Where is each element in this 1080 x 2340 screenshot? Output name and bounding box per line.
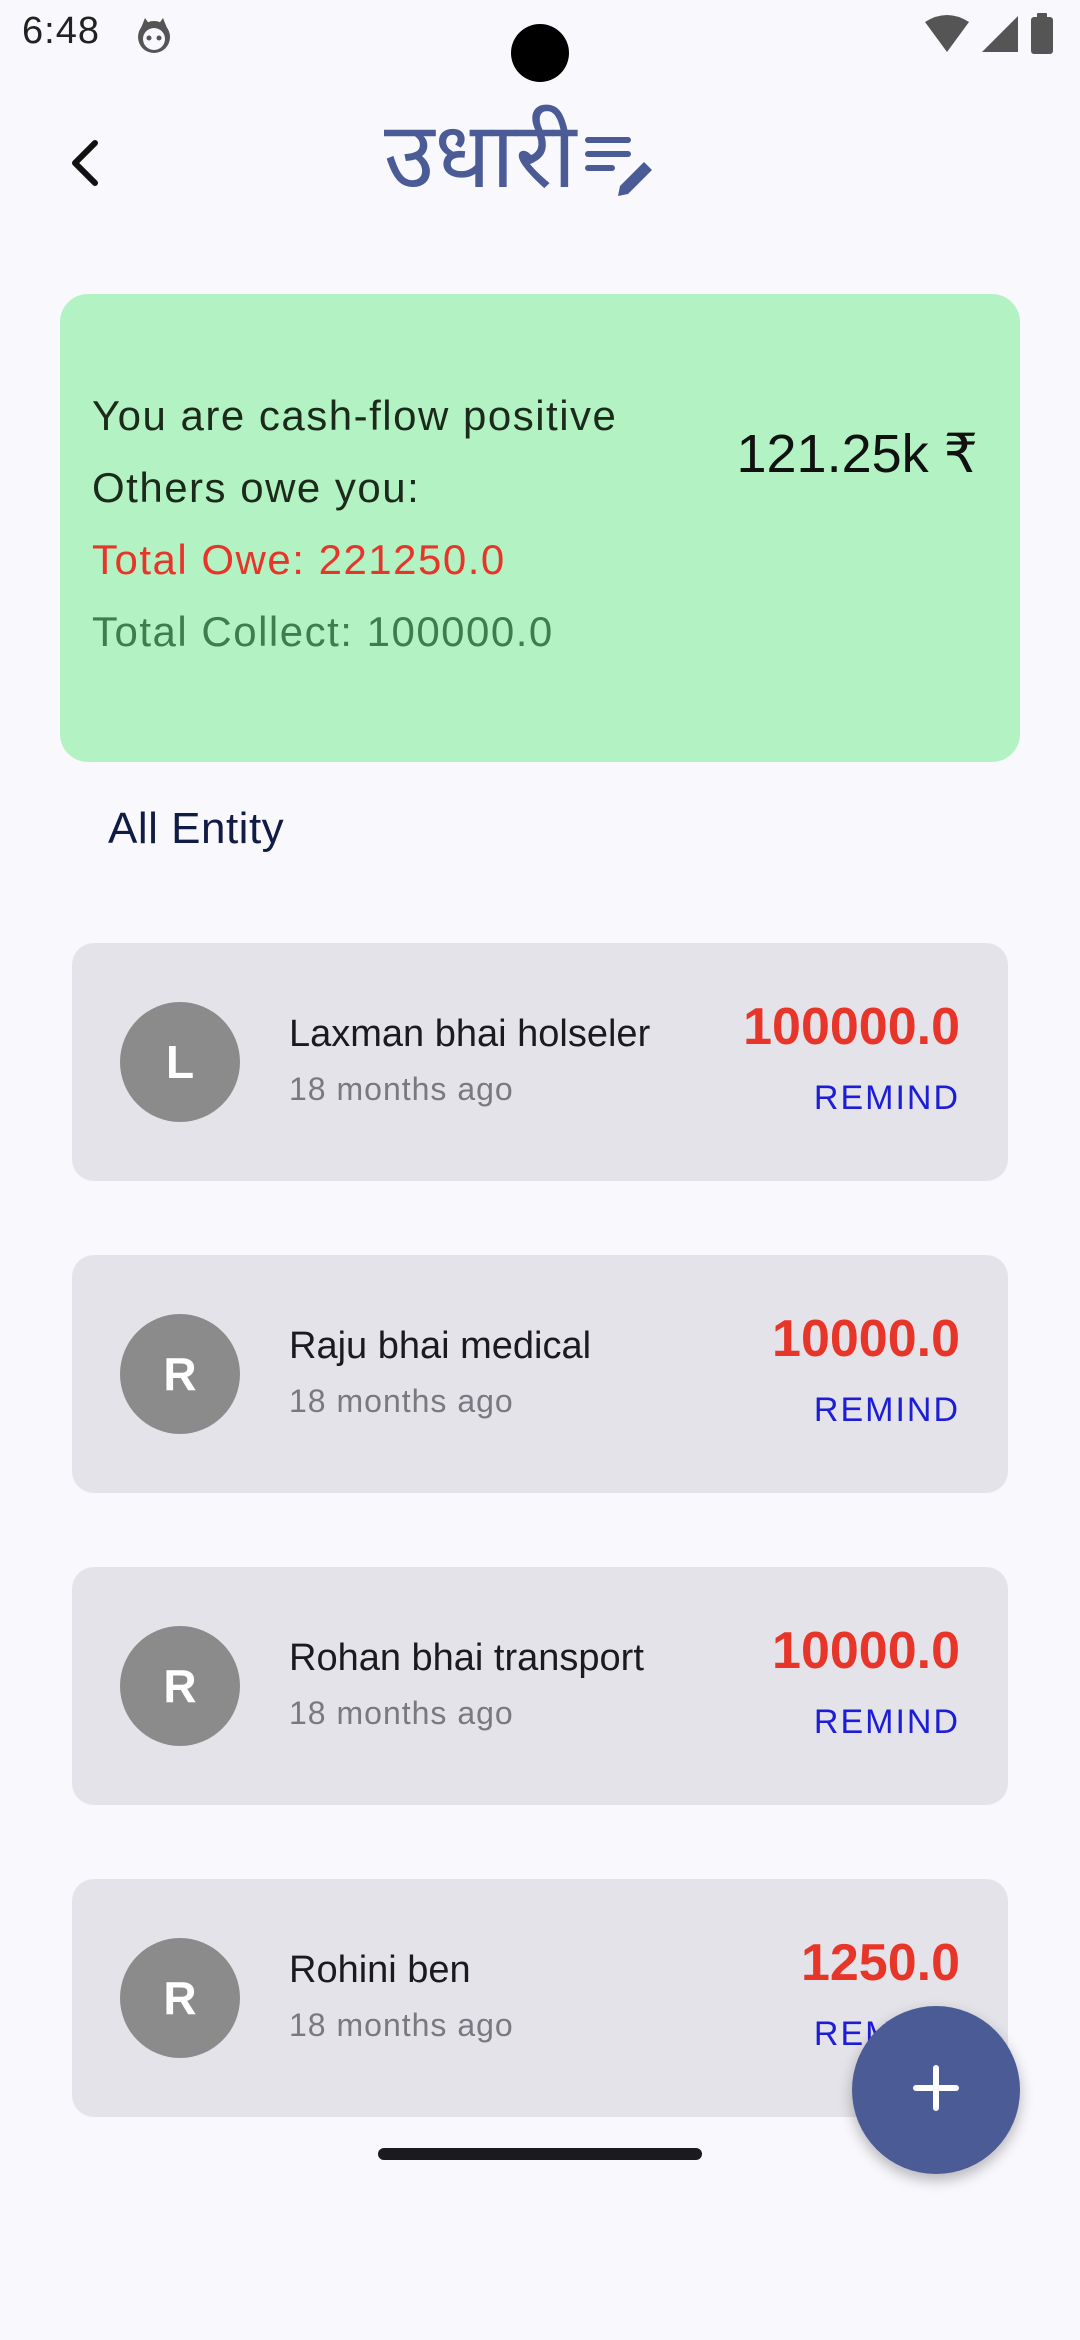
gesture-nav-handle[interactable] [378, 2148, 702, 2160]
plus-icon [910, 2062, 962, 2119]
back-button[interactable] [50, 130, 120, 200]
battery-icon [1030, 12, 1054, 60]
net-amount: 121.25k ₹ [736, 424, 978, 484]
owe-relation-label: Others owe you: [92, 464, 421, 511]
wifi-icon [924, 14, 970, 59]
entity-amount: 10000.0 [772, 1310, 960, 1368]
entity-amount: 100000.0 [743, 998, 960, 1056]
status-icons [924, 12, 1054, 60]
add-entity-button[interactable] [852, 2006, 1020, 2174]
chevron-left-icon [65, 139, 105, 192]
entity-amount: 10000.0 [772, 1622, 960, 1680]
remind-button[interactable]: REMIND [814, 1703, 960, 1742]
status-time: 6:48 [22, 10, 100, 52]
entity-time: 18 months ago [289, 1695, 514, 1731]
entity-name: Laxman bhai holseler [289, 1013, 651, 1055]
remind-button[interactable]: REMIND [814, 1391, 960, 1430]
entity-time: 18 months ago [289, 2007, 514, 2043]
app-logo-text: उधारी [384, 102, 577, 209]
edit-list-icon [582, 126, 656, 200]
remind-button[interactable]: REMIND [814, 1079, 960, 1118]
avatar: R [120, 1938, 240, 2058]
entity-name: Rohini ben [289, 1949, 471, 1991]
avatar: L [120, 1002, 240, 1122]
avatar: R [120, 1314, 240, 1434]
total-collect: Total Collect: 100000.0 [92, 608, 554, 655]
app-notification-icon [134, 16, 174, 56]
screen: 6:48 उधारी You are cash-flow positive Ot… [0, 0, 1080, 2340]
status-bar: 6:48 [0, 0, 1080, 82]
summary-card: You are cash-flow positive Others owe yo… [60, 294, 1020, 762]
cash-flow-status: You are cash-flow positive [92, 392, 618, 439]
entity-name: Raju bhai medical [289, 1325, 592, 1367]
entity-name: Rohan bhai transport [289, 1637, 644, 1679]
entity-card[interactable]: R Rohan bhai transport 18 months ago 100… [72, 1567, 1008, 1805]
avatar: R [120, 1626, 240, 1746]
cellular-signal-icon [980, 14, 1020, 59]
section-title: All Entity [108, 804, 285, 853]
camera-cutout [511, 24, 569, 82]
entity-time: 18 months ago [289, 1383, 514, 1419]
total-owe: Total Owe: 221250.0 [92, 536, 506, 583]
app-logo: उधारी [384, 96, 656, 216]
entity-amount: 1250.0 [800, 1934, 960, 1992]
entity-card[interactable]: R Raju bhai medical 18 months ago 10000.… [72, 1255, 1008, 1493]
entity-time: 18 months ago [289, 1071, 514, 1107]
entity-card[interactable]: L Laxman bhai holseler 18 months ago 100… [72, 943, 1008, 1181]
